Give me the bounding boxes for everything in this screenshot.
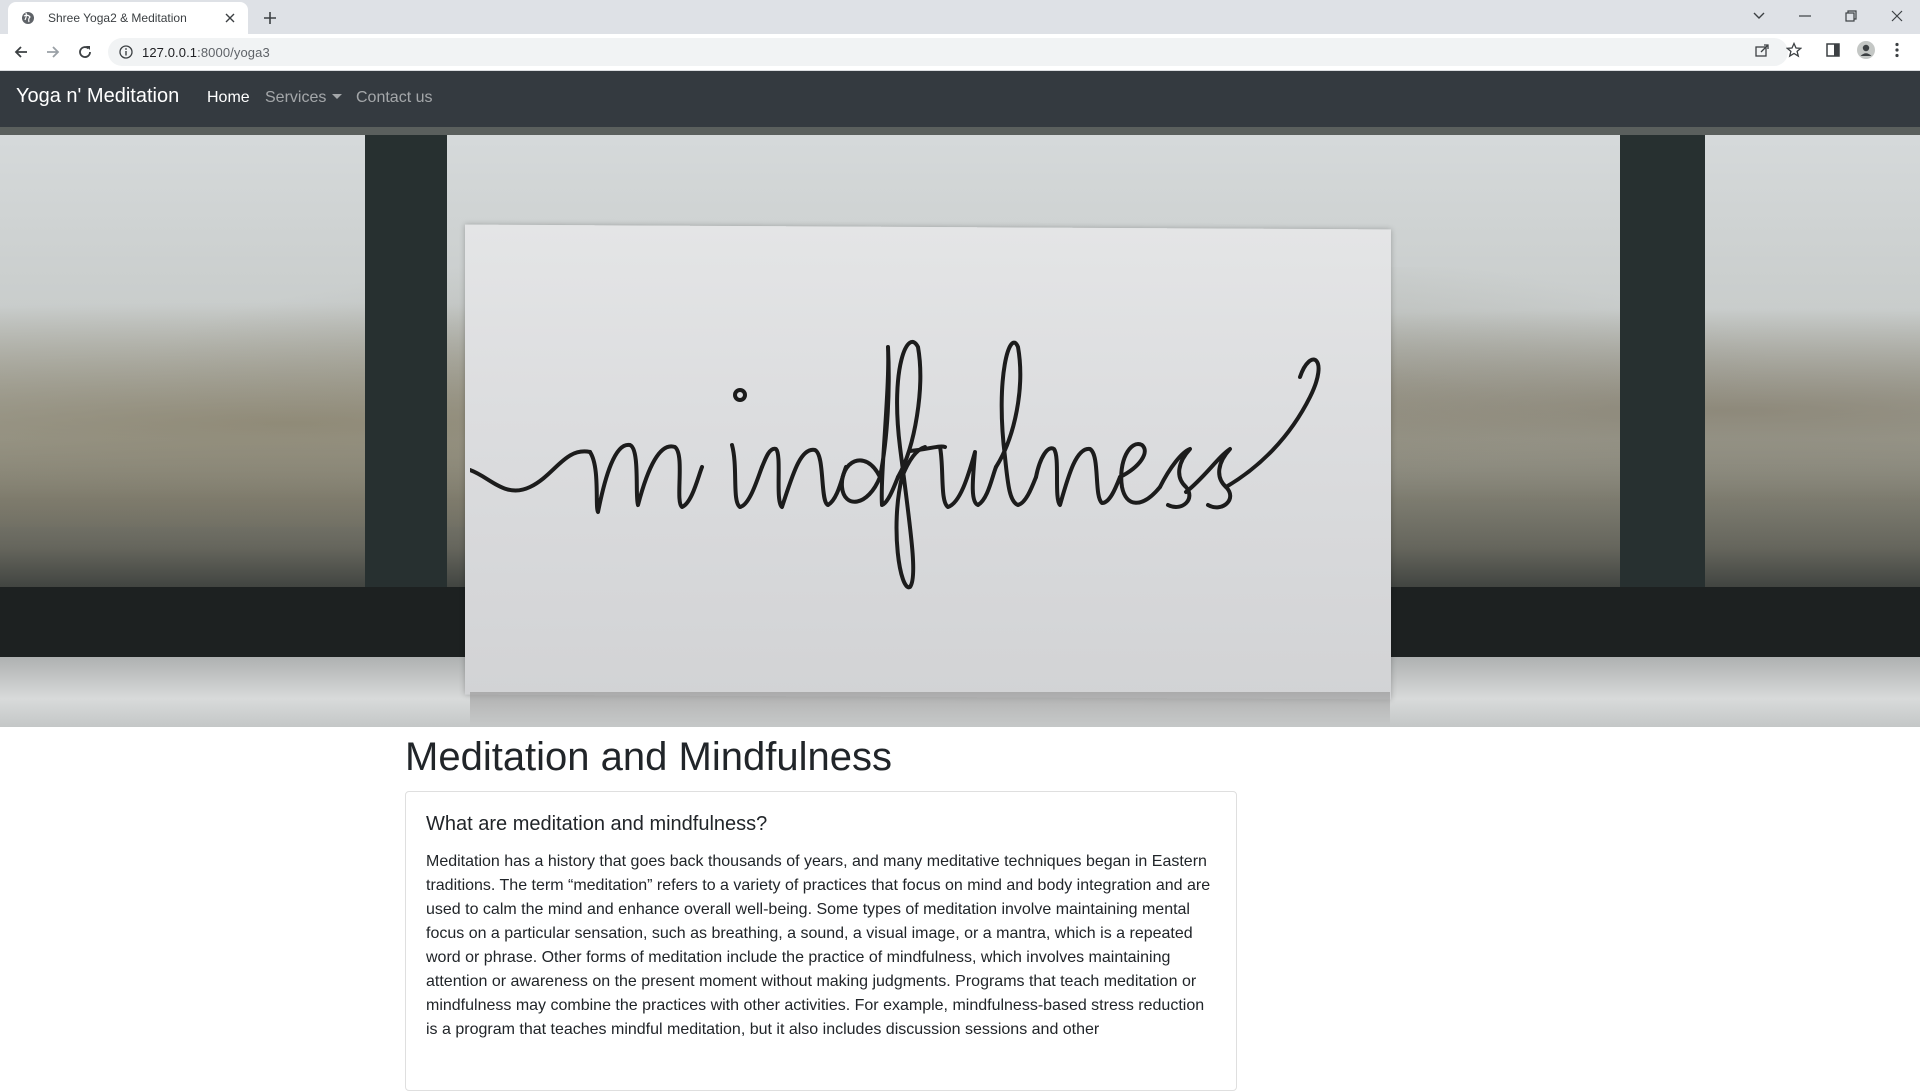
globe-icon <box>20 10 36 26</box>
reload-icon[interactable] <box>72 39 98 65</box>
profile-avatar-icon[interactable] <box>1855 39 1877 61</box>
info-icon[interactable] <box>118 44 134 60</box>
url-text[interactable]: 127.0.0.1:8000/yoga3 <box>142 45 270 60</box>
bookmark-star-icon[interactable] <box>1783 39 1805 61</box>
card-text: Meditation has a history that goes back … <box>426 853 1211 1038</box>
browser-tabstrip: Shree Yoga2 & Meditation <box>0 0 1920 34</box>
menu-kebab-icon[interactable] <box>1886 39 1908 61</box>
address-bar[interactable]: 127.0.0.1:8000/yoga3 <box>108 38 1788 66</box>
nav-link-home[interactable]: Home <box>207 89 250 107</box>
share-icon[interactable] <box>1751 39 1773 61</box>
nav-link-contact[interactable]: Contact us <box>356 89 432 107</box>
mindfulness-script-lettering <box>470 339 1321 590</box>
back-arrow-icon[interactable] <box>8 39 34 65</box>
minimize-icon[interactable] <box>1782 0 1828 32</box>
close-window-icon[interactable] <box>1874 0 1920 32</box>
content-card: What are meditation and mindfulness? Med… <box>405 791 1237 1091</box>
browser-toolbar: 127.0.0.1:8000/yoga3 <box>0 34 1920 71</box>
caret-down-icon <box>332 94 343 99</box>
hero-image <box>0 127 1920 727</box>
site-navbar: Yoga n' Meditation Home Services Contact… <box>0 71 1920 127</box>
browser-tab[interactable]: Shree Yoga2 & Meditation <box>8 2 248 34</box>
restore-icon[interactable] <box>1828 0 1874 32</box>
nav-link-services[interactable]: Services <box>265 89 343 107</box>
tab-search-chevron-icon[interactable] <box>1736 0 1782 32</box>
forward-arrow-icon[interactable] <box>40 39 66 65</box>
close-icon[interactable] <box>222 10 238 26</box>
tab-title: Shree Yoga2 & Meditation <box>48 11 187 25</box>
side-panel-icon[interactable] <box>1822 39 1844 61</box>
page-title: Meditation and Mindfulness <box>405 735 892 779</box>
navbar-brand[interactable]: Yoga n' Meditation <box>16 85 179 108</box>
card-heading: What are meditation and mindfulness? <box>426 813 768 835</box>
nav-services-label: Services <box>265 89 327 106</box>
new-tab-plus-icon[interactable] <box>258 6 282 30</box>
